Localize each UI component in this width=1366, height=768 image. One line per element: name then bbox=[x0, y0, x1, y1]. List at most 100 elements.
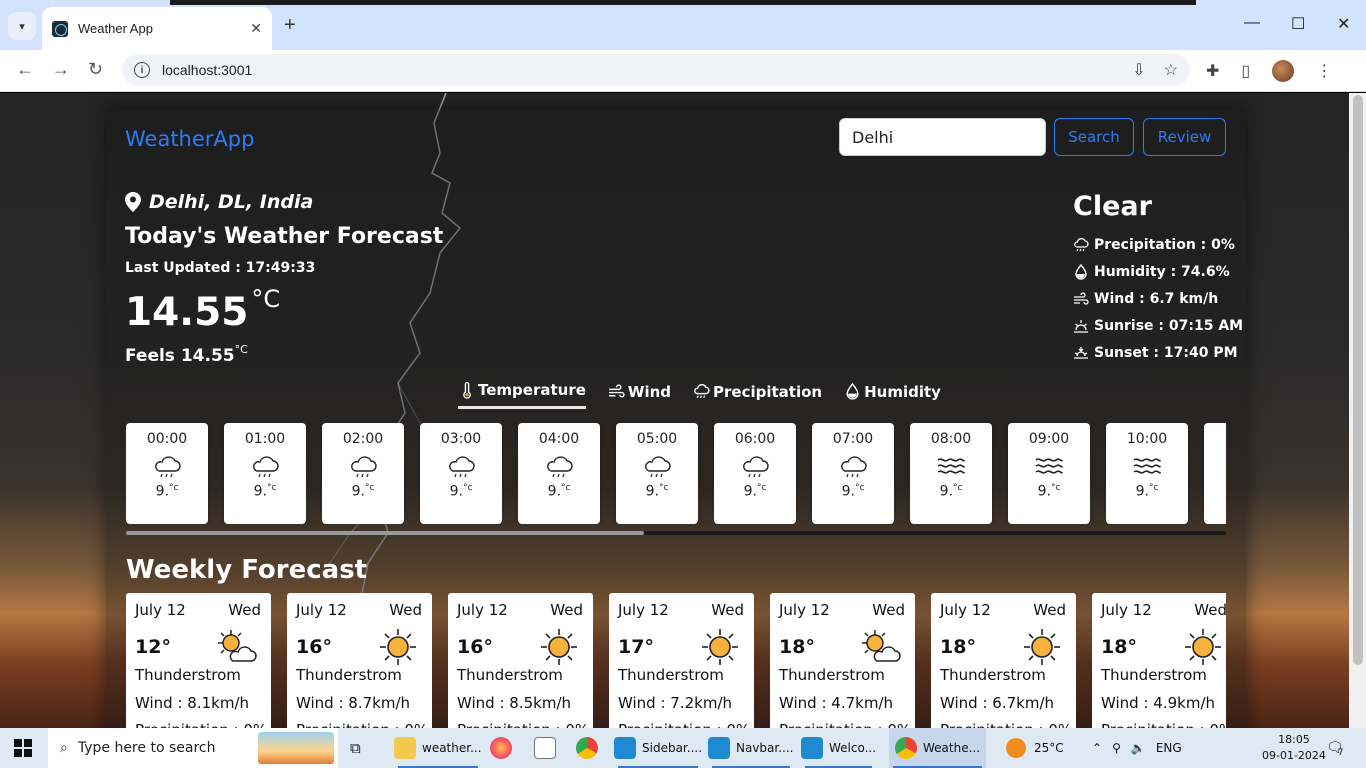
cloud-drizzle-icon bbox=[322, 453, 404, 479]
address-bar[interactable]: i localhost:3001 ⇩ ☆ bbox=[122, 54, 1190, 86]
hourly-time: 09:00 bbox=[1028, 431, 1070, 447]
network-icon[interactable]: ⚲ bbox=[1112, 741, 1121, 755]
forward-icon[interactable]: → bbox=[52, 59, 70, 80]
notification-center[interactable]: 🗨 7 bbox=[1326, 728, 1344, 768]
profile-avatar[interactable] bbox=[1272, 60, 1295, 82]
weekly-date: July 12 bbox=[618, 601, 669, 619]
tab-search-icon[interactable]: ▾ bbox=[8, 12, 36, 40]
back-icon[interactable]: ← bbox=[16, 59, 34, 80]
weekly-date: July 12 bbox=[940, 601, 991, 619]
site-info-icon[interactable]: i bbox=[134, 62, 150, 78]
feels-like-unit: °C bbox=[234, 343, 248, 356]
tab-strip-edge bbox=[170, 0, 1196, 5]
taskbar-chrome[interactable] bbox=[576, 728, 598, 768]
taskbar-clock[interactable]: 18:05 09-01-2024 bbox=[1262, 732, 1326, 764]
taskbar-firefox[interactable] bbox=[490, 728, 512, 768]
taskbar-vscode-1[interactable]: Sidebar.... bbox=[614, 728, 702, 768]
hourly-card[interactable]: 05:00 9.°c bbox=[616, 423, 698, 524]
weekly-card[interactable]: July 12 Wed 17° Thunderstrom Wind : 7.2km/h P… bbox=[609, 593, 754, 728]
tab-humidity-label: Humidity bbox=[864, 382, 941, 401]
hourly-time: 01:00 bbox=[244, 431, 286, 447]
weekly-card[interactable]: July 12 Wed 18° Thunderstrom Wind : 4.7km/h P… bbox=[770, 593, 915, 728]
install-app-icon[interactable]: ⇩ bbox=[1132, 60, 1145, 80]
chevron-up-icon[interactable]: ⌃ bbox=[1092, 741, 1102, 755]
minimize-icon[interactable]: — bbox=[1244, 14, 1260, 32]
bookmark-star-icon[interactable]: ☆ bbox=[1164, 60, 1178, 80]
window-close-icon[interactable]: ✕ bbox=[1337, 14, 1350, 34]
taskbar-search[interactable]: ⌕ Type here to search bbox=[48, 728, 338, 768]
taskbar-calendar[interactable] bbox=[534, 728, 556, 768]
hourly-scrollbar-thumb[interactable] bbox=[126, 531, 644, 535]
extensions-icon[interactable]: ✚ bbox=[1206, 61, 1219, 81]
hourly-card[interactable]: 09:00 9.°c bbox=[1008, 423, 1090, 524]
map-pin-icon bbox=[125, 192, 141, 212]
stat-sunrise: Sunrise : 07:15 AM bbox=[1073, 312, 1243, 339]
browser-tab[interactable]: Weather App ✕ bbox=[42, 7, 272, 50]
taskbar-vscode-2[interactable]: Navbar.... bbox=[708, 728, 794, 768]
wind-icon bbox=[608, 384, 625, 398]
weekly-card[interactable]: July 12 Wed 18° Thunderstrom Wind : 4.9km/h P… bbox=[1092, 593, 1226, 728]
last-updated: Last Updated : 17:49:33 bbox=[125, 260, 316, 276]
weather-widget[interactable]: 25°C bbox=[1006, 728, 1064, 768]
hourly-card[interactable]: 04:00 9.°c bbox=[518, 423, 600, 524]
windows-start-icon[interactable] bbox=[14, 739, 32, 757]
hourly-forecast-strip[interactable]: 00:00 9.°c 01:00 9.°c 02:00 9.°c 03:00 9.°c 04:0… bbox=[126, 423, 1226, 524]
tab-temperature[interactable]: Temperature bbox=[458, 381, 586, 409]
tab-precipitation[interactable]: Precipitation bbox=[693, 381, 822, 409]
brand-logo[interactable]: WeatherApp bbox=[125, 127, 254, 151]
weekly-card[interactable]: July 12 Wed 12° Thunderstrom Wind : 8.1km/h P… bbox=[126, 593, 271, 728]
hourly-card[interactable]: 10:00 9.°c bbox=[1106, 423, 1188, 524]
hourly-card-partial[interactable] bbox=[1204, 423, 1226, 524]
hourly-card[interactable]: 02:00 9.°c bbox=[322, 423, 404, 524]
hourly-value: 9.°c bbox=[547, 483, 571, 500]
page-scrollbar[interactable] bbox=[1349, 93, 1366, 728]
weekly-description: Thunderstrom bbox=[940, 666, 1046, 684]
weekly-description: Thunderstrom bbox=[1101, 666, 1207, 684]
tab-close-icon[interactable]: ✕ bbox=[250, 20, 262, 37]
search-button[interactable]: Search bbox=[1054, 118, 1134, 156]
hourly-value: 9.°c bbox=[449, 483, 473, 500]
weekly-date: July 12 bbox=[296, 601, 347, 619]
stat-sunset: Sunset : 17:40 PM bbox=[1073, 339, 1243, 366]
taskbar-vscode-3[interactable]: Welco... bbox=[801, 728, 876, 768]
taskbar-app-label: Weathe... bbox=[923, 741, 981, 755]
tab-wind[interactable]: Wind bbox=[608, 381, 671, 409]
hourly-card[interactable]: 07:00 9.°c bbox=[812, 423, 894, 524]
reload-icon[interactable]: ↻ bbox=[88, 59, 103, 80]
tab-humidity[interactable]: Humidity bbox=[844, 381, 941, 409]
volume-icon[interactable]: 🔈 bbox=[1131, 741, 1146, 755]
wind-text: Wind : 6.7 km/h bbox=[1094, 290, 1219, 307]
search-highlight-image bbox=[258, 732, 334, 764]
weekly-description: Thunderstrom bbox=[135, 666, 241, 684]
weekly-temp: 16° bbox=[296, 636, 332, 658]
hourly-card[interactable]: 01:00 9.°c bbox=[224, 423, 306, 524]
menu-kebab-icon[interactable]: ⋮ bbox=[1316, 61, 1332, 81]
hourly-scrollbar[interactable] bbox=[126, 531, 1226, 535]
weekly-card[interactable]: July 12 Wed 16° Thunderstrom Wind : 8.5km/h P… bbox=[448, 593, 593, 728]
side-panel-icon[interactable]: ▯ bbox=[1241, 61, 1250, 81]
weekly-forecast-strip[interactable]: July 12 Wed 12° Thunderstrom Wind : 8.1km/h P… bbox=[126, 593, 1226, 728]
search-icon: ⌕ bbox=[60, 740, 68, 756]
hourly-card[interactable]: 03:00 9.°c bbox=[420, 423, 502, 524]
scrollbar-thumb[interactable] bbox=[1353, 95, 1363, 665]
hourly-card[interactable]: 08:00 9.°c bbox=[910, 423, 992, 524]
taskbar-chrome-weather[interactable]: Weathe... bbox=[889, 728, 987, 768]
weekly-card[interactable]: July 12 Wed 16° Thunderstrom Wind : 8.7km/h P… bbox=[287, 593, 432, 728]
language-indicator[interactable]: ENG bbox=[1156, 741, 1182, 755]
fog-waves-icon bbox=[1106, 453, 1188, 479]
hourly-value: 9.°c bbox=[351, 483, 375, 500]
review-button[interactable]: Review bbox=[1143, 118, 1226, 156]
city-search-input[interactable] bbox=[839, 118, 1046, 156]
taskbar-app-label: Welco... bbox=[829, 741, 877, 755]
hourly-card[interactable]: 06:00 9.°c bbox=[714, 423, 796, 524]
new-tab-icon[interactable]: + bbox=[284, 14, 296, 37]
task-view-icon[interactable]: ⧉ bbox=[350, 728, 361, 768]
location-line: Delhi, DL, India bbox=[125, 191, 313, 213]
hourly-card[interactable]: 00:00 9.°c bbox=[126, 423, 208, 524]
weekly-card[interactable]: July 12 Wed 18° Thunderstrom Wind : 6.7km/h P… bbox=[931, 593, 1076, 728]
maximize-icon[interactable]: ☐ bbox=[1291, 14, 1305, 34]
taskbar-file-explorer[interactable]: weather... bbox=[394, 728, 482, 768]
hourly-value: 9.°c bbox=[645, 483, 669, 500]
url-text[interactable]: localhost:3001 bbox=[162, 62, 252, 78]
clock-time: 18:05 bbox=[1278, 733, 1310, 746]
